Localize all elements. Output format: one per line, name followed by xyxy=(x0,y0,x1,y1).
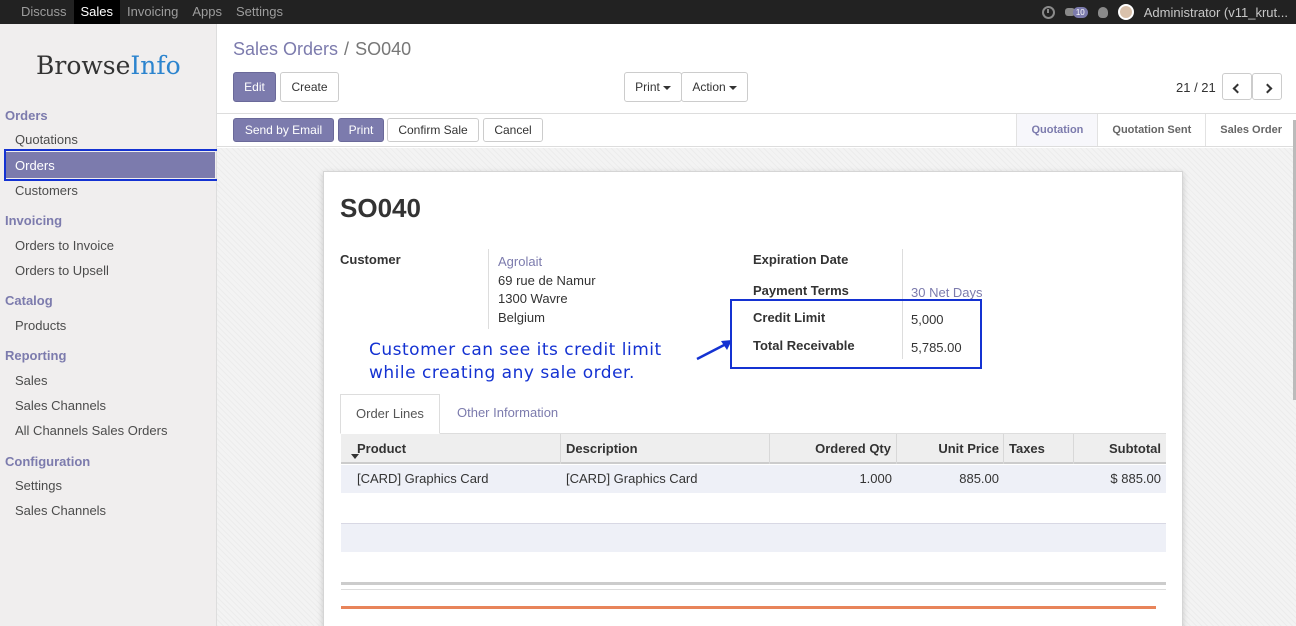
browseinfo-logo: BrowseInfo xyxy=(36,51,181,80)
chevron-left-icon xyxy=(1232,83,1242,94)
sidebar-item-quotations[interactable]: Quotations xyxy=(15,132,78,147)
column-ordered-qty[interactable]: Ordered Qty xyxy=(771,441,891,456)
column-separator xyxy=(896,434,897,464)
caret-down-icon xyxy=(728,85,737,90)
sort-caret-icon xyxy=(351,454,359,459)
menu-discuss[interactable]: Discuss xyxy=(14,0,74,24)
stage-quotation-sent[interactable]: Quotation Sent xyxy=(1097,114,1205,146)
customer-link[interactable]: Agrolait xyxy=(498,254,542,269)
sidebar-item-orders-to-upsell[interactable]: Orders to Upsell xyxy=(15,263,109,278)
sidebar-item-orders-to-invoice[interactable]: Orders to Invoice xyxy=(15,238,114,253)
sidebar-item-sales-channels-config[interactable]: Sales Channels xyxy=(15,503,106,518)
table-footer-line xyxy=(341,589,1166,590)
send-by-email-button[interactable]: Send by Email xyxy=(233,118,334,142)
activity-clock-icon[interactable] xyxy=(1041,5,1055,19)
table-row[interactable]: [CARD] Graphics Card [CARD] Graphics Car… xyxy=(341,465,1166,493)
column-subtotal[interactable]: Subtotal xyxy=(1081,441,1161,456)
user-menu-name[interactable]: Administrator (v11_krut... xyxy=(1144,5,1288,20)
column-product[interactable]: Product xyxy=(357,441,406,456)
breadcrumb-sales-orders[interactable]: Sales Orders xyxy=(233,39,338,59)
menu-sales[interactable]: Sales xyxy=(73,0,121,24)
column-description[interactable]: Description xyxy=(566,441,638,456)
pager-previous-button[interactable] xyxy=(1222,73,1252,100)
caret-down-icon xyxy=(662,85,671,90)
sidebar-item-settings[interactable]: Settings xyxy=(15,478,62,493)
stage-sales-order[interactable]: Sales Order xyxy=(1205,114,1296,146)
sidebar-section-catalog: Catalog xyxy=(5,293,53,308)
confirm-sale-button[interactable]: Confirm Sale xyxy=(387,118,479,142)
breadcrumb-separator: / xyxy=(344,39,350,59)
message-count-badge: 10 xyxy=(1072,6,1088,18)
sidebar-item-sales-channels[interactable]: Sales Channels xyxy=(15,398,106,413)
order-lines-header: Product Description Ordered Qty Unit Pri… xyxy=(341,434,1166,464)
messaging-icon[interactable]: 10 xyxy=(1064,6,1088,18)
column-separator xyxy=(769,434,770,464)
annotation-text: Customer can see its credit limit while … xyxy=(369,339,662,385)
address-line-1: 69 rue de Namur xyxy=(498,273,596,288)
customer-label: Customer xyxy=(340,252,401,267)
breadcrumb-current: SO040 xyxy=(355,39,412,59)
print-dropdown[interactable]: Print xyxy=(624,72,682,102)
annotation-line-1: Customer can see its credit limit xyxy=(369,340,662,360)
cancel-button[interactable]: Cancel xyxy=(483,118,543,142)
payment-terms-label: Payment Terms xyxy=(753,283,849,298)
column-unit-price[interactable]: Unit Price xyxy=(901,441,999,456)
action-dropdown-label: Action xyxy=(692,80,726,94)
logo-part-1: Browse xyxy=(36,51,131,80)
cell-subtotal: $ 885.00 xyxy=(1110,471,1161,486)
user-avatar[interactable] xyxy=(1117,4,1134,20)
print-button[interactable]: Print xyxy=(338,118,384,142)
sidebar-section-configuration: Configuration xyxy=(5,454,91,469)
logo-part-2: Info xyxy=(130,51,181,80)
sidebar-section-invoicing: Invoicing xyxy=(5,213,63,228)
debug-bug-icon[interactable] xyxy=(1097,6,1108,18)
credit-highlight-box xyxy=(730,299,982,369)
sidebar-section-orders: Orders xyxy=(5,108,48,123)
pager-value: 21 / 21 xyxy=(1176,80,1216,95)
print-dropdown-label: Print xyxy=(635,80,660,94)
sidebar-item-customers[interactable]: Customers xyxy=(15,183,78,198)
column-separator xyxy=(1003,434,1004,464)
cell-description: [CARD] Graphics Card xyxy=(566,471,698,486)
expiration-date-label: Expiration Date xyxy=(753,252,849,267)
menu-invoicing[interactable]: Invoicing xyxy=(120,0,185,24)
create-button[interactable]: Create xyxy=(280,72,339,102)
table-footer-line xyxy=(341,582,1166,585)
menu-settings[interactable]: Settings xyxy=(229,0,290,24)
column-separator xyxy=(560,434,561,464)
total-divider-line xyxy=(341,606,1156,609)
stage-quotation[interactable]: Quotation xyxy=(1016,114,1098,146)
systray: 10 Administrator (v11_krut... xyxy=(1041,0,1288,24)
pager-next-button[interactable] xyxy=(1252,73,1282,100)
order-title: SO040 xyxy=(340,193,421,223)
top-navbar: Discuss Sales Invoicing Apps Settings 10… xyxy=(0,0,1296,24)
cell-unit-price: 885.00 xyxy=(959,471,999,486)
sidebar-item-sales[interactable]: Sales xyxy=(15,373,48,388)
payment-terms-link[interactable]: 30 Net Days xyxy=(911,285,983,300)
sidebar-item-all-channels-sales-orders[interactable]: All Channels Sales Orders xyxy=(15,423,167,438)
chevron-right-icon xyxy=(1262,83,1272,94)
tab-order-lines[interactable]: Order Lines xyxy=(340,394,440,434)
sidebar-item-products[interactable]: Products xyxy=(15,318,66,333)
orders-highlight-box xyxy=(4,149,219,181)
cell-product: [CARD] Graphics Card xyxy=(357,471,489,486)
action-dropdown[interactable]: Action xyxy=(681,72,748,102)
empty-row xyxy=(341,523,1166,552)
column-separator xyxy=(1073,434,1074,464)
menu-apps[interactable]: Apps xyxy=(185,0,229,24)
field-divider xyxy=(488,249,489,329)
address-line-2: 1300 Wavre xyxy=(498,291,568,306)
app-menu: Discuss Sales Invoicing Apps Settings xyxy=(14,0,290,24)
tab-other-information[interactable]: Other Information xyxy=(442,394,573,434)
stage-pipeline: Quotation Quotation Sent Sales Order xyxy=(1016,114,1296,146)
annotation-line-2: while creating any sale order. xyxy=(369,363,635,383)
sidebar-section-reporting: Reporting xyxy=(5,348,67,363)
column-taxes[interactable]: Taxes xyxy=(1009,441,1045,456)
cell-ordered-qty: 1.000 xyxy=(859,471,892,486)
edit-button[interactable]: Edit xyxy=(233,72,276,102)
breadcrumb: Sales Orders / SO040 xyxy=(233,39,411,60)
address-line-3: Belgium xyxy=(498,310,545,325)
annotation-arrow-icon xyxy=(696,340,732,361)
